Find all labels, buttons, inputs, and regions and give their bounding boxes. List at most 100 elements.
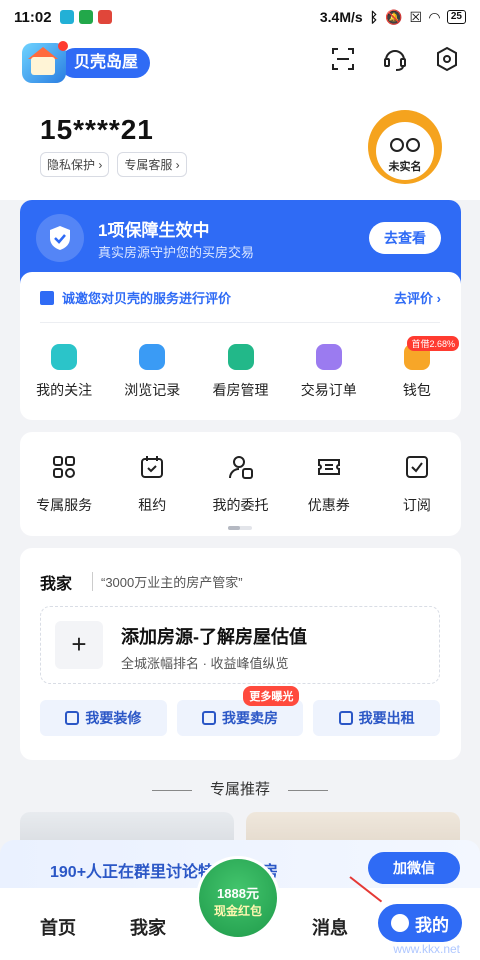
menu-orders[interactable]: 交易订单: [285, 344, 373, 400]
coupon-icon: [317, 459, 340, 475]
menu-label: 浏览记录: [124, 382, 181, 398]
camera-icon: [227, 344, 254, 370]
renovate-button[interactable]: 我要装修: [40, 700, 167, 736]
rent-out-button[interactable]: 我要出租: [313, 700, 441, 736]
verify-status: 未实名: [388, 161, 422, 173]
avatar[interactable]: 未实名: [368, 110, 442, 184]
customer-service-icon[interactable]: [380, 44, 410, 74]
app-notification-icon: [97, 10, 112, 24]
profile-section: 15****21 隐私保护 › 专属客服 ›: [40, 114, 187, 177]
menu-coupons[interactable]: 优惠券: [285, 454, 373, 515]
page-indicator: [228, 526, 252, 530]
menu-lease[interactable]: 租约: [108, 454, 196, 515]
recommend-title-text: 专属推荐: [209, 781, 270, 798]
protection-subtitle: 真实房源守护您的买房交易: [98, 245, 255, 260]
tab-mine[interactable]: 我的: [378, 904, 462, 942]
red-packet-label: 现金红包: [213, 904, 262, 918]
recommend-title: 专属推荐: [0, 778, 480, 799]
app-logo[interactable]: 贝壳岛屋: [22, 41, 151, 83]
menu-label: 钱包: [402, 382, 431, 398]
rent-out-label: 我要出租: [358, 710, 415, 726]
go-rate-link[interactable]: 去评价 ›: [394, 288, 441, 307]
red-packet-amount: 1888元: [217, 886, 259, 901]
menu-history[interactable]: 浏览记录: [108, 344, 196, 400]
menu-label: 看房管理: [212, 382, 269, 398]
view-protection-button[interactable]: 去查看: [369, 222, 441, 254]
my-home-title: 我家: [40, 576, 73, 593]
menu-label: 我的委托: [212, 497, 269, 513]
house-icon: [202, 711, 216, 725]
calendar-icon: [141, 456, 164, 478]
add-wechat-button[interactable]: 加微信: [368, 852, 460, 884]
person-icon: [228, 456, 253, 479]
sell-house-label: 我要卖房: [222, 710, 278, 726]
tools-menu: 专属服务 租约 我的委托 优惠券 订阅: [20, 454, 461, 515]
menu-label: 我的关注: [36, 382, 93, 398]
mute-icon: 🔕: [385, 8, 403, 25]
menu-wallet[interactable]: 首借2.68% 钱包: [373, 336, 461, 400]
settings-icon[interactable]: [432, 44, 462, 74]
quick-menu: 我的关注 浏览记录 看房管理 交易订单 首借2.68% 钱包: [20, 336, 461, 400]
rating-prompt[interactable]: 诚邀您对贝壳的服务进行评价: [40, 288, 231, 307]
rating-text: 诚邀您对贝壳的服务进行评价: [62, 291, 232, 306]
mine-icon: [391, 914, 409, 932]
menu-label: 租约: [138, 497, 167, 513]
my-home-subtitle: “3000万业主的房产管家”: [92, 572, 243, 591]
house-logo-icon: [22, 41, 68, 83]
add-property-title: 添加房源-了解房屋估值: [121, 627, 307, 647]
app-notification-icon: [78, 10, 93, 24]
grid-icon: [53, 456, 76, 478]
services-card: 诚邀您对贝壳的服务进行评价 去评价 › 我的关注 浏览记录 看房管理 交易订单 …: [20, 272, 461, 420]
user-phone[interactable]: 15****21: [40, 114, 187, 146]
tab-home[interactable]: 首页: [40, 914, 76, 940]
logo-text: 贝壳岛屋: [60, 48, 151, 78]
chat-icon: [139, 344, 166, 370]
menu-entrust[interactable]: 我的委托: [196, 454, 284, 515]
heart-icon: [51, 344, 78, 370]
document-icon: [40, 290, 54, 305]
menu-label: 订阅: [402, 497, 431, 513]
loan-badge: 首借2.68%: [407, 336, 460, 351]
cash-red-packet-button[interactable]: 1888元 现金红包: [196, 856, 280, 940]
sell-house-button[interactable]: 更多曝光 我要卖房: [176, 686, 304, 736]
menu-subscribe[interactable]: 订阅: [373, 454, 461, 515]
avatar-eye: [406, 138, 420, 152]
bluetooth-icon: ᛒ: [369, 9, 379, 25]
add-property-box[interactable]: + 添加房源-了解房屋估值 全城涨幅排名 · 收益峰值纵览: [40, 606, 440, 684]
exclusive-service-chip[interactable]: 专属客服 ›: [117, 152, 187, 177]
menu-favorites[interactable]: 我的关注: [20, 344, 108, 400]
menu-viewing[interactable]: 看房管理: [196, 344, 284, 400]
watermark: www.kkx.net: [393, 942, 460, 956]
more-exposure-tag: 更多曝光: [243, 686, 300, 706]
my-home-card: 我家 “3000万业主的房产管家” + 添加房源-了解房屋估值 全城涨幅排名 ·…: [20, 548, 461, 760]
tab-messages[interactable]: 消息: [312, 914, 348, 940]
menu-exclusive-service[interactable]: 专属服务: [20, 454, 108, 515]
clipboard-icon: [315, 344, 342, 370]
header: 贝壳岛屋: [0, 38, 480, 86]
avatar-eye: [390, 138, 404, 152]
paint-roller-icon: [65, 711, 80, 725]
tools-card: 专属服务 租约 我的委托 优惠券 订阅: [20, 432, 461, 536]
menu-label: 交易订单: [300, 382, 357, 398]
tab-my-home[interactable]: 我家: [130, 914, 166, 940]
shield-icon: [36, 214, 84, 262]
protection-title: 1项保障生效中: [98, 221, 210, 240]
divider: [40, 322, 440, 323]
menu-label: 专属服务: [36, 497, 93, 513]
plus-icon: +: [55, 621, 103, 669]
scan-icon[interactable]: [328, 44, 358, 74]
status-bar: 11:02 3.4M/s ᛒ 🔕 ☒ ◠ 25: [0, 0, 480, 34]
door-icon: [338, 711, 353, 725]
wifi-icon: ◠: [429, 8, 440, 25]
sim-icon: ☒: [409, 8, 423, 25]
network-speed: 3.4M/s: [319, 9, 363, 25]
privacy-protection-chip[interactable]: 隐私保护 ›: [40, 152, 110, 177]
renovate-label: 我要装修: [85, 710, 142, 726]
tab-mine-label: 我的: [415, 915, 449, 935]
status-time: 11:02: [14, 8, 52, 26]
subscribe-icon: [405, 456, 428, 478]
app-notification-icon: [59, 10, 74, 24]
add-property-subtitle: 全城涨幅排名 · 收益峰值纵览: [121, 656, 289, 671]
battery-icon: 25: [446, 10, 466, 24]
menu-label: 优惠券: [307, 497, 350, 513]
